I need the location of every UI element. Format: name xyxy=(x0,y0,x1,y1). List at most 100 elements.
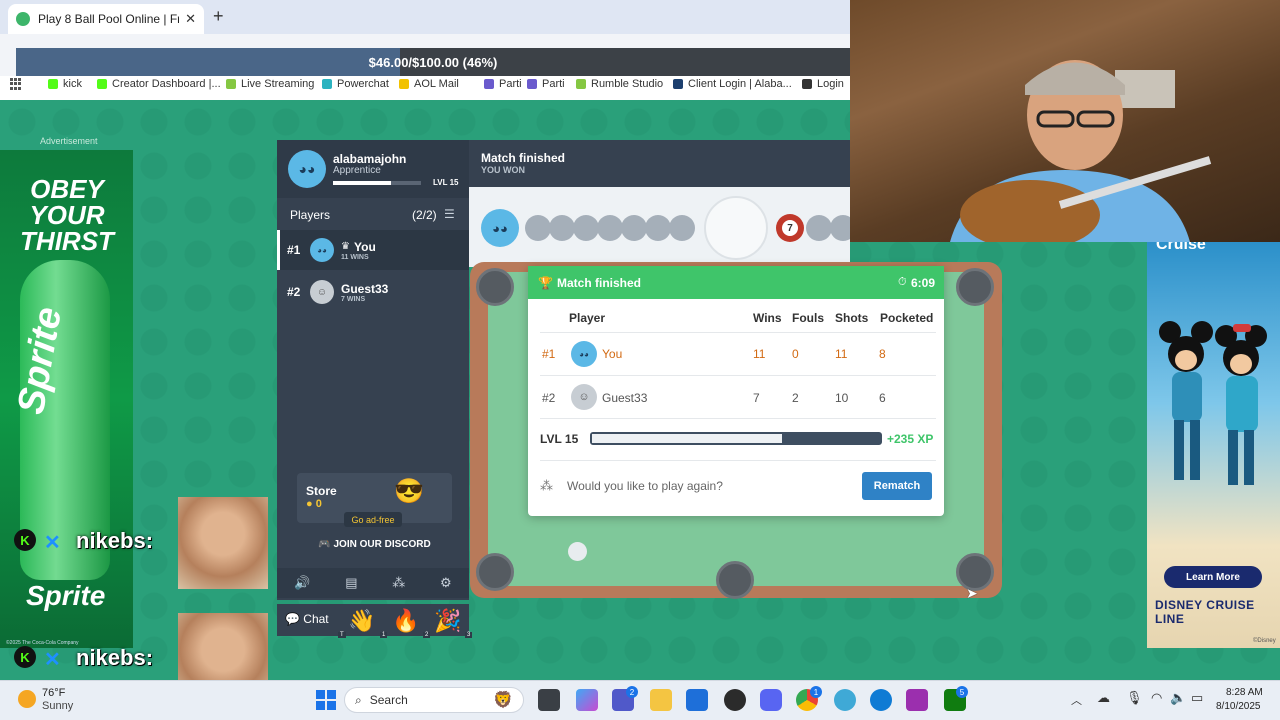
obs-icon[interactable] xyxy=(724,689,746,711)
trophy-icon: 🏆 xyxy=(538,276,553,290)
windows-start-icon[interactable] xyxy=(316,690,336,710)
pocket xyxy=(476,268,514,306)
chat-button[interactable]: 💬 Chat xyxy=(285,612,329,626)
remaining-ball xyxy=(525,215,551,241)
modal-xp-fill xyxy=(592,434,783,443)
row-fouls: 2 xyxy=(792,391,799,405)
bookmark-item[interactable]: Parti xyxy=(527,76,565,92)
learn-more-button[interactable]: Learn More xyxy=(1164,566,1262,588)
player-rank: #2 xyxy=(287,285,301,299)
browser-tab[interactable]: Play 8 Ball Pool Online | Free M ✕ xyxy=(8,4,204,34)
players-icon[interactable]: ⁂ xyxy=(392,575,405,591)
remaining-ball xyxy=(669,215,695,241)
onedrive-icon[interactable]: ☁ xyxy=(1097,690,1110,706)
divider xyxy=(540,418,936,419)
xp-gain: +235 XP xyxy=(887,432,934,446)
weather-temp[interactable]: 76°F xyxy=(42,687,65,699)
taskbar xyxy=(0,680,1280,720)
bookmark-item[interactable]: Parti xyxy=(484,76,522,92)
ball-7: 7 xyxy=(776,214,804,242)
bookmark-item[interactable]: Client Login | Alaba... xyxy=(673,76,792,92)
player-name[interactable]: Guest33 xyxy=(341,282,388,296)
user-xp-fill xyxy=(333,181,392,185)
bookmark-favicon-icon xyxy=(527,79,537,89)
username: alabamajohn xyxy=(333,152,407,166)
row-pocketed: 6 xyxy=(879,391,886,405)
volume-icon[interactable]: 🔊 xyxy=(294,575,310,591)
close-tab-icon[interactable]: ✕ xyxy=(185,11,196,27)
chat-username: nikebs: xyxy=(76,645,154,670)
bookmark-label: AOL Mail xyxy=(414,78,459,90)
divider xyxy=(540,460,936,461)
row-pocketed: 8 xyxy=(879,347,886,361)
player-wins: 7 WINS xyxy=(341,296,366,303)
col-header-player: Player xyxy=(569,311,606,325)
store-mascot-icon: 😎 xyxy=(394,478,424,505)
bookmark-item[interactable]: AOL Mail xyxy=(399,76,459,92)
bookmark-label: Parti xyxy=(499,78,522,90)
bookmark-favicon-icon xyxy=(322,79,332,89)
divider xyxy=(540,375,936,376)
teams-badge: 2 xyxy=(626,686,638,698)
clock-date[interactable]: 8/10/2025 xyxy=(1216,701,1261,712)
kick-badge-icon: K xyxy=(14,529,36,551)
store-title: Store xyxy=(306,484,337,498)
bookmark-item[interactable]: Powerchat xyxy=(322,76,389,92)
modal-title: Match finished xyxy=(557,276,642,290)
store-app-icon[interactable] xyxy=(686,689,708,711)
remaining-ball xyxy=(645,215,671,241)
players-title: Players xyxy=(290,208,331,222)
weather-condition: Sunny xyxy=(42,700,74,712)
battery-icon[interactable]: ▭ xyxy=(1191,690,1203,706)
sprite-ad-headline: OBEY YOUR THIRST xyxy=(20,174,114,256)
user-rank: Apprentice xyxy=(333,165,381,176)
join-discord-button[interactable]: 🎮 JOIN OUR DISCORD xyxy=(297,534,452,554)
instagram-icon[interactable] xyxy=(906,689,928,711)
fire-emoji-button[interactable]: 🔥 xyxy=(392,608,419,634)
rematch-button[interactable]: Rematch xyxy=(862,472,932,500)
edge-icon[interactable] xyxy=(870,689,892,711)
timer-icon: ⏱ xyxy=(898,276,907,288)
settings-gear-icon[interactable]: ⚙ xyxy=(440,575,452,591)
bookmark-item[interactable]: kick xyxy=(48,76,82,92)
clock-time[interactable]: 8:28 AM xyxy=(1226,687,1263,698)
bookmark-label: Creator Dashboard |... xyxy=(112,78,221,90)
user-level: LVL 15 xyxy=(433,178,459,187)
copilot-icon[interactable] xyxy=(576,689,598,711)
go-ad-free-button[interactable]: Go ad-free xyxy=(344,512,402,527)
party-emoji-button[interactable]: 🎉 xyxy=(434,608,461,634)
bookmark-favicon-icon xyxy=(226,79,236,89)
page-top-strip xyxy=(0,92,850,100)
wifi-icon[interactable]: ◠ xyxy=(1151,690,1162,706)
wave-emoji-button[interactable]: 👋 xyxy=(348,608,375,634)
webcam-overlay xyxy=(850,0,1280,250)
row-shots: 10 xyxy=(835,391,849,405)
chevron-up-icon[interactable]: ︿ xyxy=(1071,692,1082,708)
mickey-minnie-image xyxy=(1159,321,1267,485)
bookmark-item[interactable]: Rumble Studio xyxy=(576,76,663,92)
bookmark-item[interactable]: Creator Dashboard |... xyxy=(97,76,221,92)
volume-tray-icon[interactable]: 🔈 xyxy=(1170,690,1186,706)
nav-strip xyxy=(0,48,16,76)
bookmark-item[interactable]: Live Streaming xyxy=(226,76,314,92)
bookmark-label: Login xyxy=(817,78,844,90)
user-avatar[interactable]: ◕◕ xyxy=(288,150,326,188)
bookmark-favicon-icon xyxy=(576,79,586,89)
player-avatar: ◕◕ xyxy=(571,341,597,367)
discord-app-icon[interactable] xyxy=(760,689,782,711)
panel-toolbar: 🔊 ▤ ⁂ ⚙ xyxy=(277,568,469,598)
bookmark-label: Rumble Studio xyxy=(591,78,664,90)
chat-username: nikebs: xyxy=(76,528,154,553)
apps-grid-icon[interactable] xyxy=(10,78,22,90)
news-icon[interactable]: ▤ xyxy=(345,575,357,591)
divider xyxy=(540,332,936,333)
bookmark-item[interactable]: Login xyxy=(802,76,844,92)
task-view-icon[interactable] xyxy=(538,689,560,711)
file-explorer-icon[interactable] xyxy=(650,689,672,711)
filter-icon[interactable]: ☰ xyxy=(444,207,455,221)
remaining-ball xyxy=(806,215,832,241)
app-icon[interactable] xyxy=(834,689,856,711)
taskbar-search[interactable]: ⌕ Search 🦁 xyxy=(344,687,524,713)
microphone-icon[interactable]: 🎙 xyxy=(1126,690,1143,706)
new-tab-button[interactable]: + xyxy=(213,6,224,27)
